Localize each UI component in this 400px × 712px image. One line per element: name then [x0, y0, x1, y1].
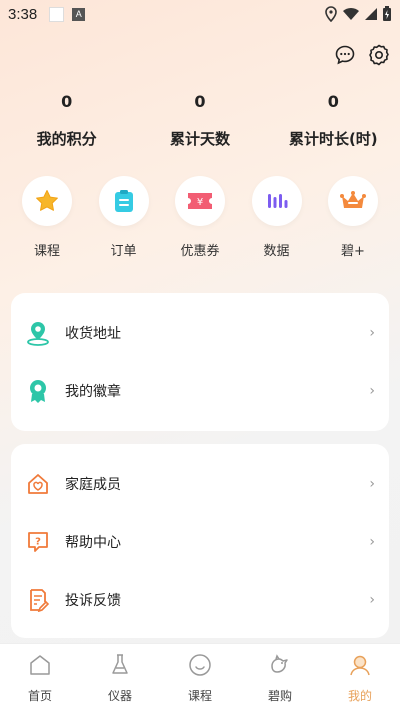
menu-label: 收货地址 — [65, 326, 121, 342]
address-badge-card: 收货地址 › 我的徽章 › — [11, 293, 389, 431]
status-bar: 3:38 A — [0, 0, 400, 28]
quick-label: 优惠券 — [180, 244, 220, 259]
tab-label: 仪器 — [107, 689, 132, 703]
location-icon — [25, 320, 51, 346]
clipboard-icon — [114, 190, 133, 212]
quick-label: 课程 — [33, 244, 60, 259]
tab-course[interactable]: 课程 — [160, 644, 240, 712]
home-icon — [25, 471, 51, 497]
feedback-icon — [25, 587, 51, 613]
smile-icon — [189, 654, 211, 676]
status-time: 3:38 — [8, 5, 38, 23]
menu-item-feedback[interactable]: 投诉反馈 › — [11, 571, 389, 629]
stat-points[interactable]: 0 我的积分 — [0, 92, 133, 149]
quick-bi-plus[interactable]: 碧+ — [326, 176, 380, 259]
svg-text:?: ? — [35, 537, 41, 548]
notification-icon — [49, 6, 65, 22]
message-icon[interactable] — [334, 44, 356, 66]
menu-item-badges[interactable]: 我的徽章 › — [11, 362, 389, 420]
quick-actions: 课程 订单 ¥ 优惠券 数据 碧+ — [10, 176, 390, 259]
quick-orders[interactable]: 订单 — [97, 176, 151, 259]
tab-instrument[interactable]: 仪器 — [80, 644, 160, 712]
signal-icon — [365, 8, 377, 20]
stat-value: 0 — [194, 92, 206, 111]
quick-coupon[interactable]: ¥ 优惠券 — [173, 176, 227, 259]
user-icon — [350, 655, 370, 676]
badge-icon — [25, 378, 51, 404]
settings-gear-icon[interactable] — [368, 44, 390, 66]
menu-label: 帮助中心 — [65, 535, 121, 551]
menu-label: 我的徽章 — [65, 384, 121, 400]
chevron-right-icon: › — [369, 383, 375, 399]
coupon-icon: ¥ — [188, 193, 212, 209]
quick-label: 碧+ — [341, 244, 365, 259]
crown-icon — [340, 191, 366, 208]
bottom-tab-bar: 首页 仪器 课程 碧购 我的 — [0, 643, 400, 712]
stat-label: 我的积分 — [36, 130, 97, 148]
chevron-right-icon: › — [369, 476, 375, 492]
stat-value: 0 — [327, 92, 339, 111]
quick-label: 订单 — [110, 244, 137, 259]
flask-icon — [112, 654, 128, 674]
star-icon — [36, 190, 58, 211]
quick-label: 数据 — [263, 244, 290, 259]
chevron-right-icon: › — [369, 592, 375, 608]
tab-shop[interactable]: 碧购 — [240, 644, 320, 712]
chevron-right-icon: › — [369, 534, 375, 550]
menu-label: 投诉反馈 — [65, 593, 121, 609]
svg-text:¥: ¥ — [197, 197, 203, 208]
stat-label: 累计时长(时) — [288, 130, 378, 148]
stat-value: 0 — [61, 92, 73, 111]
bird-icon — [271, 654, 288, 673]
tab-label: 碧购 — [267, 689, 292, 703]
quick-course[interactable]: 课程 — [20, 176, 74, 259]
quick-data[interactable]: 数据 — [250, 176, 304, 259]
menu-item-address[interactable]: 收货地址 › — [11, 304, 389, 362]
tab-label: 我的 — [347, 689, 372, 703]
wifi-icon — [343, 7, 359, 20]
bars-icon — [267, 194, 287, 208]
menu-item-family[interactable]: 家庭成员 › — [11, 455, 389, 513]
stat-label: 累计天数 — [169, 130, 230, 148]
stats-row: 0 我的积分 0 累计天数 0 累计时长(时) — [0, 92, 400, 149]
menu-label: 家庭成员 — [65, 477, 121, 493]
family-help-card: 家庭成员 › ? 帮助中心 › 投诉反馈 › — [11, 444, 389, 638]
location-status-icon — [325, 6, 337, 22]
chevron-right-icon: › — [369, 325, 375, 341]
tab-label: 首页 — [27, 689, 52, 703]
tab-mine[interactable]: 我的 — [320, 644, 400, 712]
app-notification-icon: A — [72, 7, 86, 21]
home-tab-icon — [30, 655, 50, 675]
battery-icon — [383, 6, 391, 21]
tab-home[interactable]: 首页 — [0, 644, 80, 712]
stat-days[interactable]: 0 累计天数 — [133, 92, 266, 149]
stat-hours[interactable]: 0 累计时长(时) — [267, 92, 400, 149]
menu-item-help[interactable]: ? 帮助中心 › — [11, 513, 389, 571]
help-icon: ? — [25, 529, 51, 555]
tab-label: 课程 — [187, 689, 212, 703]
